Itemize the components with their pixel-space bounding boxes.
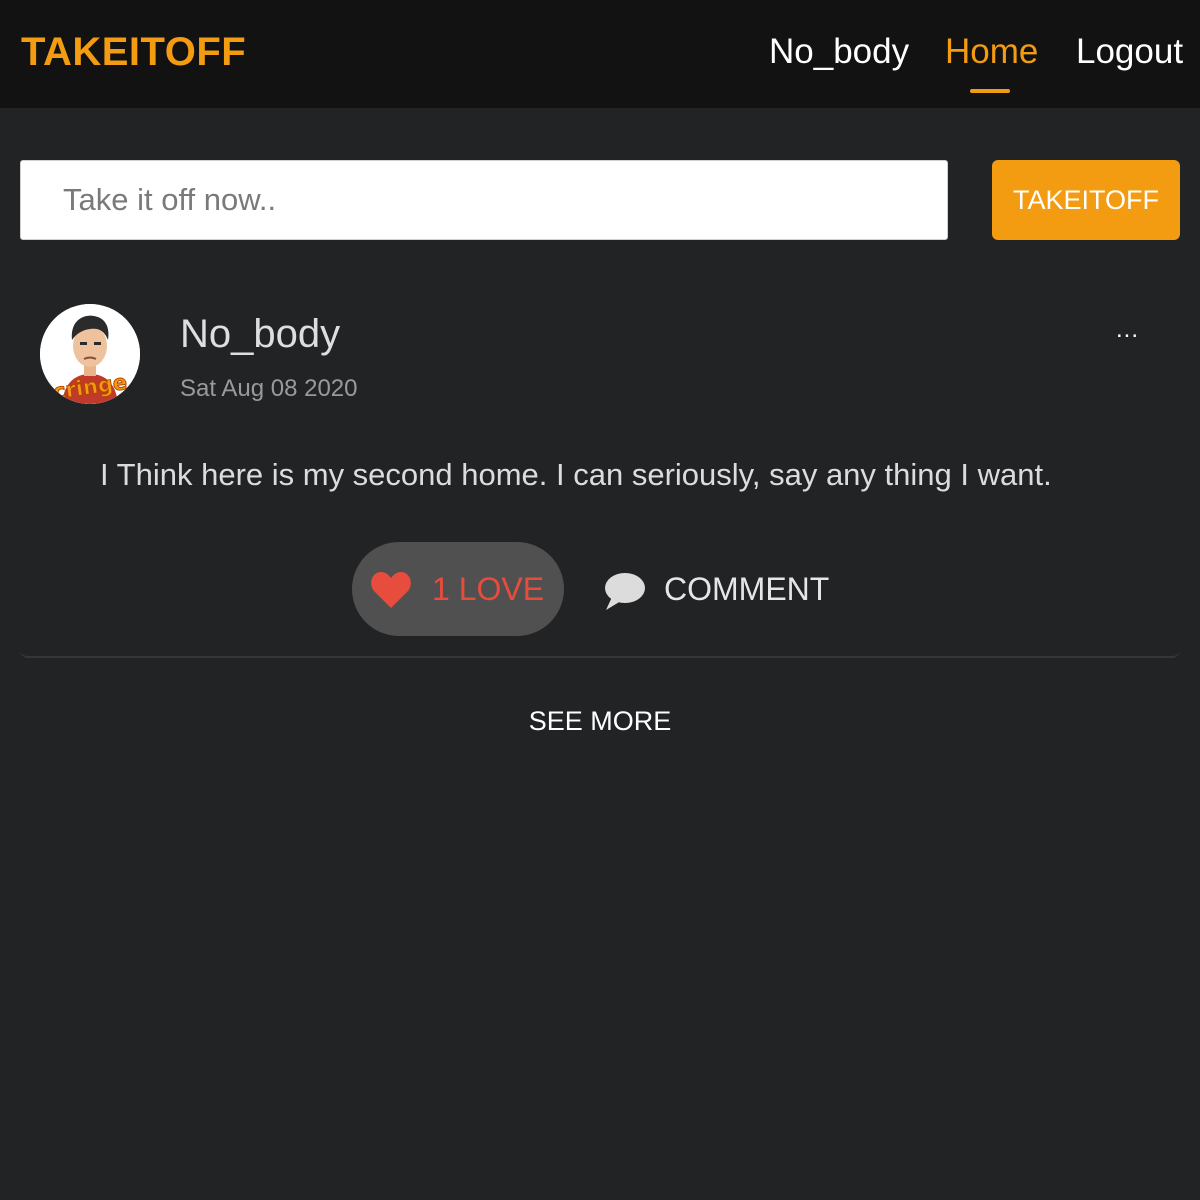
ellipsis-icon[interactable]: ...: [1116, 316, 1139, 344]
brand-logo[interactable]: TAKEITOFF: [21, 30, 246, 75]
post-body: I Think here is my second home. I can se…: [100, 457, 1052, 492]
avatar[interactable]: cringe: [40, 304, 140, 404]
takeitoff-submit-button[interactable]: TAKEITOFF: [992, 160, 1180, 240]
comment-label: COMMENT: [664, 571, 830, 607]
nav-link-profile[interactable]: No_body: [769, 32, 909, 72]
post-date: Sat Aug 08 2020: [180, 375, 358, 402]
heart-icon: [371, 572, 411, 608]
post-card: cringe No_body Sat Aug 08 2020 ... I Thi…: [20, 280, 1180, 658]
comment-button[interactable]: COMMENT: [602, 542, 842, 636]
post-input[interactable]: [20, 160, 948, 240]
love-button[interactable]: 1 LOVE: [352, 542, 564, 636]
avatar-image: cringe: [40, 304, 140, 404]
post-author[interactable]: No_body: [180, 312, 340, 357]
speech-bubble-icon: [605, 573, 645, 610]
see-more-container: SEE MORE: [0, 706, 1200, 737]
nav-link-home[interactable]: Home: [945, 32, 1038, 72]
navbar: TAKEITOFF No_body Home Logout: [0, 0, 1200, 108]
nav-link-logout[interactable]: Logout: [1076, 32, 1183, 72]
see-more-button[interactable]: SEE MORE: [529, 706, 672, 736]
love-count-label: 1 LOVE: [432, 571, 545, 607]
active-nav-indicator: [970, 89, 1010, 93]
